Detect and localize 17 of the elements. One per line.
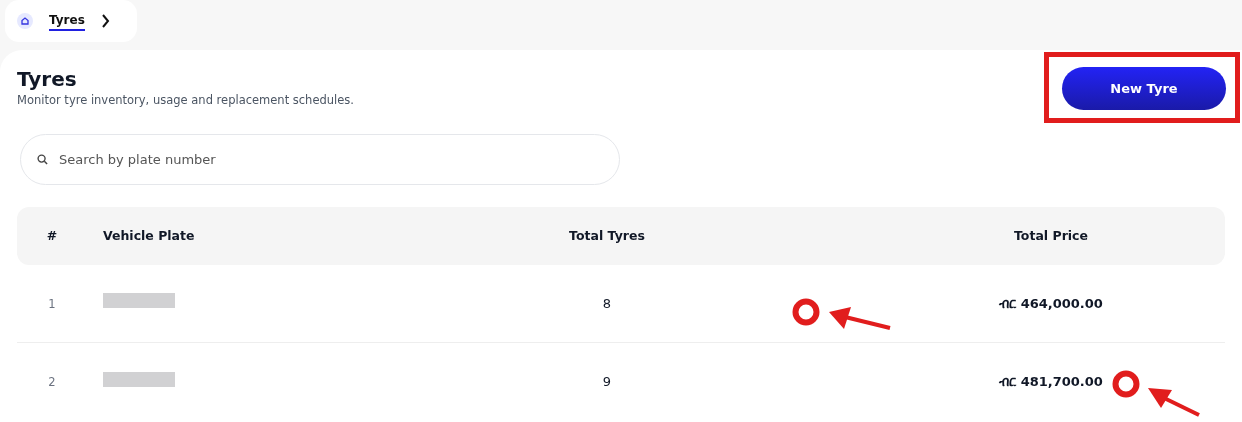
column-header: Total Tyres xyxy=(569,227,645,243)
row-number: 1 xyxy=(48,296,56,311)
column-header: Vehicle Plate xyxy=(103,227,195,243)
page-subtitle: Monitor tyre inventory, usage and replacement schedules. xyxy=(17,92,354,109)
chevron-icon xyxy=(100,14,110,28)
table-cell: 9 xyxy=(602,374,612,390)
new-tyre-button[interactable]: New Tyre xyxy=(1062,67,1226,110)
table-cell: ብር 481,700.00 xyxy=(999,374,1103,390)
table-cell: 8 xyxy=(602,295,612,311)
home-icon[interactable] xyxy=(17,13,33,29)
row-number: 2 xyxy=(48,375,56,390)
search-field[interactable]: Search by plate number xyxy=(20,134,620,185)
page-title: Tyres xyxy=(17,66,78,92)
column-header: Total Price xyxy=(1014,227,1088,243)
table-cell: ብር 464,000.00 xyxy=(999,295,1103,311)
breadcrumb-link[interactable]: Tyres xyxy=(49,11,85,31)
column-header: # xyxy=(46,227,58,243)
